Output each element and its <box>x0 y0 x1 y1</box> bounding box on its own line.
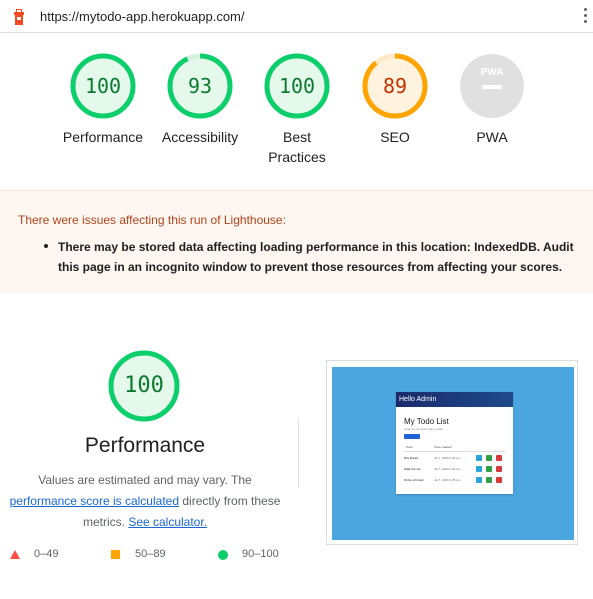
mini-view-button <box>476 455 482 461</box>
score-calculated-link[interactable]: performance score is calculated <box>10 494 179 508</box>
circle-icon <box>218 550 228 560</box>
gauge-best-practices[interactable]: 100 <box>264 53 334 119</box>
mini-delete-button <box>496 455 502 461</box>
screenshot-background: Hello Admin My Todo List what do you wan… <box>332 367 574 540</box>
page-screenshot[interactable]: Hello Admin My Todo List what do you wan… <box>326 360 578 545</box>
lighthouse-icon <box>14 9 24 25</box>
gauge-score: 93 <box>187 74 213 98</box>
warning-box: There were issues affecting this run of … <box>0 190 593 293</box>
mini-app-window: Hello Admin My Todo List what do you wan… <box>396 392 513 494</box>
square-icon <box>111 550 120 559</box>
mini-todo-time: Jul 7, 2020 1:24 pm <box>434 467 461 471</box>
performance-title: Performance <box>84 434 206 457</box>
mini-todo-row: Drink a Protein Jul 7, 2020 1:25 pm <box>404 476 505 484</box>
see-calculator-link[interactable]: See calculator. <box>128 515 207 529</box>
desc-text-1: Values are estimated and may vary. The <box>38 473 252 487</box>
warning-title: There were issues affecting this run of … <box>18 213 286 227</box>
gauge-performance[interactable]: 100 <box>70 53 140 119</box>
legend-label: 90–100 <box>242 548 279 560</box>
kebab-menu-icon[interactable] <box>584 8 588 26</box>
legend-label: 0–49 <box>34 548 59 560</box>
pwa-badge-text: PWA <box>481 67 504 78</box>
gauge-label: Accessibility <box>161 129 239 145</box>
mini-col-todo: Todo <box>406 445 413 449</box>
gauge-label: Best Practices <box>268 129 326 165</box>
address-bar: https://mytodo-app.herokuapp.com/ <box>0 0 593 33</box>
mini-delete-button <box>496 477 502 483</box>
gauge-label: PWA <box>476 129 508 145</box>
mini-todo-row: Buy Bread Jul 7, 2020 1:23 pm <box>404 454 505 462</box>
gauge-label: Performance <box>62 129 144 145</box>
mini-divider <box>404 451 505 452</box>
mini-delete-button <box>496 466 502 472</box>
mini-todo-text: Walk the cat <box>404 467 421 471</box>
warning-item: There may be stored data affecting loadi… <box>58 240 574 274</box>
mini-view-button <box>476 477 482 483</box>
gauge-pwa[interactable]: PWA <box>459 53 529 119</box>
gauge-seo[interactable]: 89 <box>362 53 432 119</box>
mini-subtitle: what do you want done today <box>404 427 444 431</box>
mini-col-time: Time created <box>434 445 452 449</box>
mini-todo-time: Jul 7, 2020 1:23 pm <box>434 456 461 460</box>
gauge-ring: PWA <box>460 54 524 118</box>
divider <box>298 418 299 488</box>
mini-add-button <box>404 434 420 439</box>
mini-todo-time: Jul 7, 2020 1:25 pm <box>434 478 461 482</box>
gauge-score: 100 <box>84 74 122 98</box>
gauge-score: 89 <box>382 74 408 98</box>
triangle-icon <box>10 550 20 559</box>
legend-label: 50–89 <box>135 548 166 560</box>
mini-edit-button <box>486 455 492 461</box>
url-text[interactable]: https://mytodo-app.herokuapp.com/ <box>40 9 245 24</box>
mini-header: Hello Admin <box>396 392 513 407</box>
gauge-accessibility[interactable]: 93 <box>167 53 237 119</box>
performance-description: Values are estimated and may vary. The p… <box>0 470 290 533</box>
mini-view-button <box>476 466 482 472</box>
mini-todo-row: Walk the cat Jul 7, 2020 1:24 pm <box>404 465 505 473</box>
gauge-label: SEO <box>380 129 410 145</box>
gauge-score: 100 <box>278 74 316 98</box>
mini-title: My Todo List <box>404 417 449 426</box>
mini-todo-text: Buy Bread <box>404 456 419 460</box>
pwa-dash-icon <box>482 85 502 89</box>
mini-edit-button <box>486 477 492 483</box>
performance-score-large: 100 <box>124 373 164 398</box>
mini-edit-button <box>486 466 492 472</box>
mini-todo-text: Drink a Protein <box>404 478 424 482</box>
